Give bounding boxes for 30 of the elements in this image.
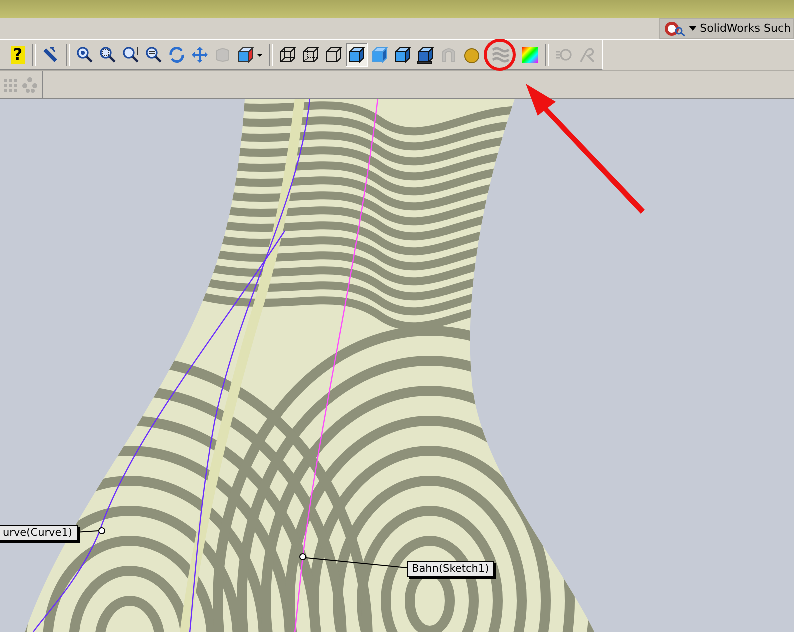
cube-outline-icon <box>302 46 320 64</box>
magnifier-icon <box>145 46 163 64</box>
caret-icon <box>689 26 698 31</box>
search-logo-icon <box>664 20 686 36</box>
wave-stripes-icon <box>492 46 510 64</box>
magnifier-icon <box>122 46 140 64</box>
callout-label: Bahn(Sketch1) <box>407 561 494 577</box>
grid-dots-icon <box>2 76 18 92</box>
cube-icon <box>237 46 263 64</box>
rotate-icon <box>168 46 186 64</box>
callout-label: urve(Curve1) <box>0 525 78 541</box>
blob-icon <box>214 46 232 64</box>
rainbow-square-icon <box>521 46 539 64</box>
shaded-with-edges-button[interactable] <box>346 42 368 66</box>
cube-icon <box>371 46 389 64</box>
cube-icon <box>417 46 435 64</box>
cube-icon <box>394 46 412 64</box>
four-way-arrow-icon <box>191 46 209 64</box>
wand-icon <box>42 46 60 64</box>
cube-icon <box>348 46 366 64</box>
search-label: SolidWorks Such <box>700 22 791 35</box>
search-field[interactable]: SolidWorks Such <box>659 18 794 39</box>
cube-outline-icon <box>325 46 343 64</box>
cube-outline-icon <box>279 46 297 64</box>
sphere-icon <box>463 46 481 64</box>
highlight-circle <box>484 39 516 71</box>
magnifier-icon <box>99 46 117 64</box>
magnifier-icon <box>76 46 94 64</box>
arch-icon <box>440 46 458 64</box>
dots-icon <box>22 76 38 92</box>
